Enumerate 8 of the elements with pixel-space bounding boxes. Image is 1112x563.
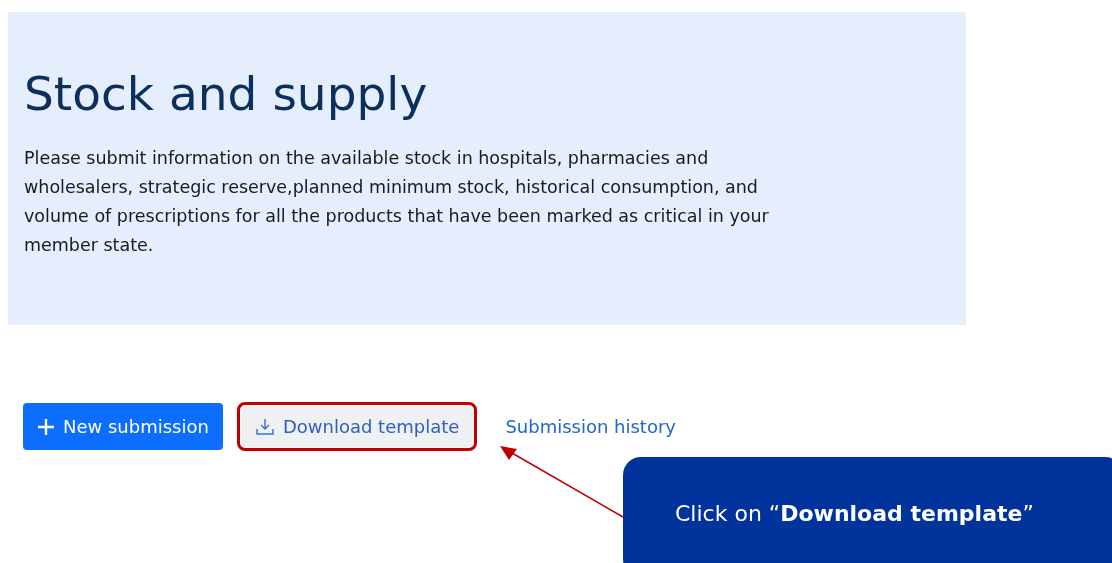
description: Please submit information on the available stock in hospitals, pharmacies and wholesalers, strategic reserve,planned minimum stock, historical consumption, and volume of prescriptions for all the products that have been marked as critical in your member state. (24, 147, 770, 257)
submission-history-link[interactable]: Submission history (491, 403, 690, 450)
page-title: Stock and supply (24, 65, 429, 123)
callout-text: Click on “Download template” (675, 501, 1034, 526)
download-icon (254, 417, 275, 436)
download-template-button[interactable]: Download template (240, 406, 474, 447)
new-submission-button[interactable]: New submission (23, 403, 223, 450)
plus-icon (37, 417, 55, 436)
